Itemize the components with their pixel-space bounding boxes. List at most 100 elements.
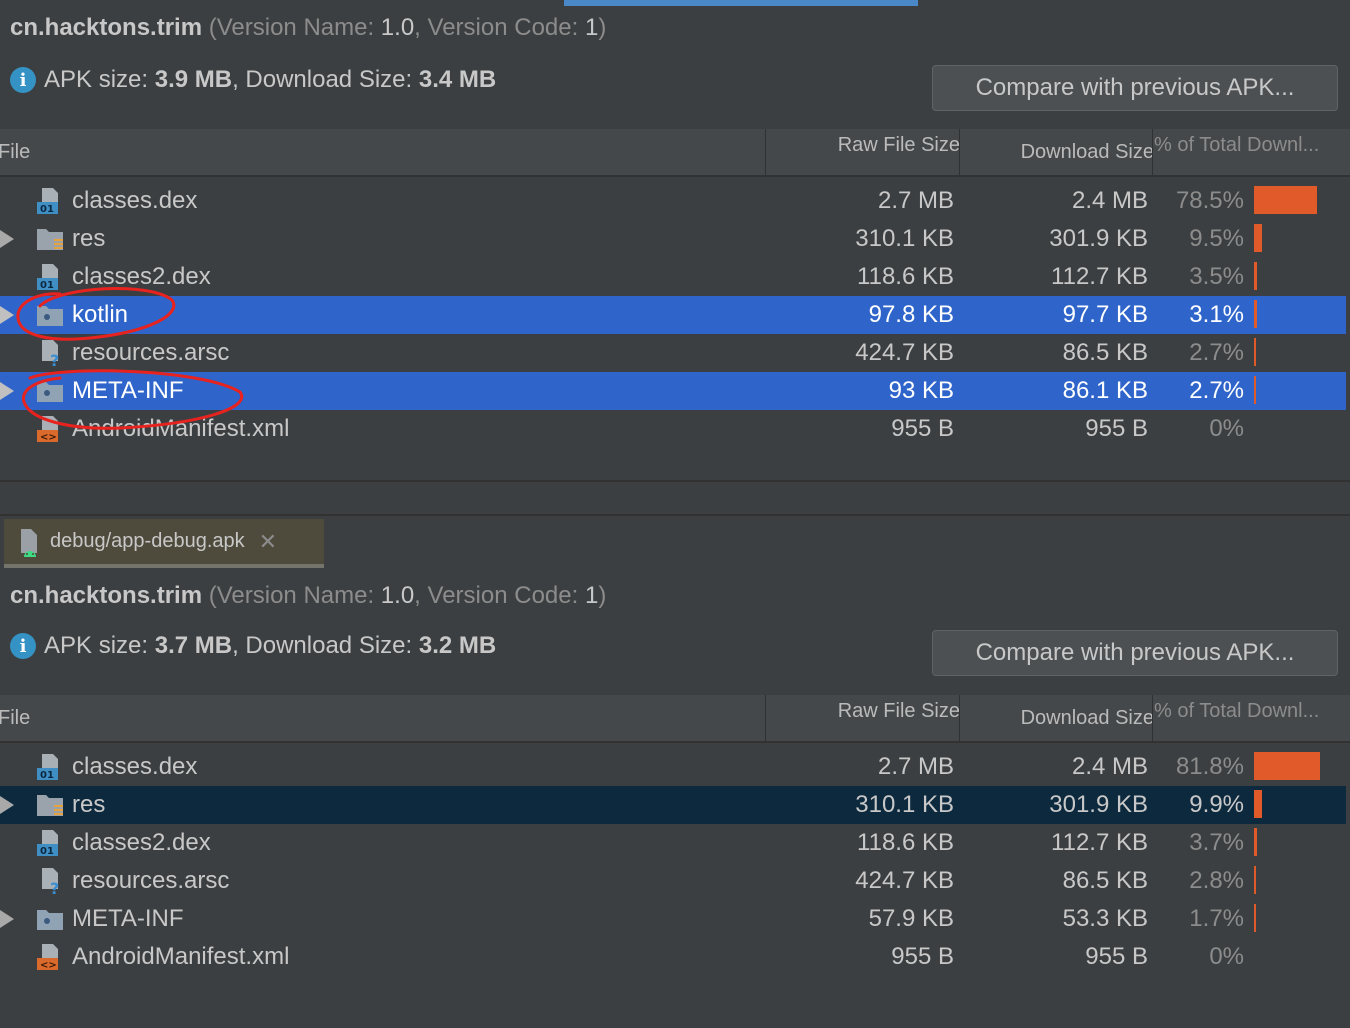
table-row[interactable]: META-INF 93 KB 86.1 KB 2.7%: [0, 372, 1346, 410]
divider: [0, 514, 1350, 516]
svg-text:?: ?: [50, 351, 59, 367]
tab-app-debug-apk[interactable]: debug/app-debug.apk ✕: [4, 519, 324, 568]
size-bar: [1254, 186, 1317, 214]
column-raw-size[interactable]: Raw File Size: [838, 134, 960, 157]
table-row[interactable]: 01 classes2.dex 118.6 KB 112.7 KB 3.5%: [0, 258, 1346, 296]
file-list: 01 classes.dex 2.7 MB 2.4 MB 81.8% res 310.1 K…: [0, 748, 1350, 976]
percent-of-total: 2.8%: [1189, 867, 1244, 894]
file-name: classes2.dex: [72, 829, 211, 856]
close-icon[interactable]: ✕: [259, 529, 277, 555]
raw-file-size: 424.7 KB: [855, 339, 954, 366]
dex-file-icon: 01: [36, 187, 64, 215]
package-info: cn.hacktons.trim (Version Name: 1.0, Ver…: [10, 14, 607, 41]
package-info: cn.hacktons.trim (Version Name: 1.0, Ver…: [10, 582, 607, 609]
svg-text:01: 01: [40, 280, 54, 291]
download-size: 86.5 KB: [1062, 339, 1148, 366]
file-name: META-INF: [72, 377, 184, 404]
table-row[interactable]: 01 classes.dex 2.7 MB 2.4 MB 81.8%: [0, 748, 1346, 786]
table-row[interactable]: ? resources.arsc 424.7 KB 86.5 KB 2.8%: [0, 862, 1346, 900]
folder-icon: [36, 905, 64, 933]
table-header: File Raw File Size Download Size % of To…: [0, 129, 1350, 177]
download-size: 53.3 KB: [1062, 905, 1148, 932]
download-size: 112.7 KB: [1051, 829, 1148, 856]
file-name: res: [72, 225, 106, 252]
tab-label: debug/app-debug.apk: [50, 530, 245, 552]
column-percent[interactable]: % of Total Downl...: [1154, 134, 1319, 157]
table-row[interactable]: 01 classes2.dex 118.6 KB 112.7 KB 3.7%: [0, 824, 1346, 862]
size-bar: [1254, 376, 1256, 404]
download-size: 2.4 MB: [1071, 187, 1148, 214]
percent-of-total: 81.8%: [1175, 753, 1244, 780]
table-row[interactable]: res 310.1 KB 301.9 KB 9.5%: [0, 220, 1346, 258]
percent-of-total: 3.5%: [1189, 263, 1244, 290]
apk-panel-debug: cn.hacktons.trim (Version Name: 1.0, Ver…: [0, 568, 1350, 1028]
column-file[interactable]: File: [0, 141, 30, 164]
download-size: 2.4 MB: [1071, 753, 1148, 780]
column-raw-size[interactable]: Raw File Size: [838, 700, 960, 723]
download-size: 301.9 KB: [1049, 791, 1148, 818]
raw-file-size: 97.8 KB: [868, 301, 954, 328]
percent-of-total: 1.7%: [1189, 905, 1244, 932]
file-name: resources.arsc: [72, 339, 230, 366]
file-name: resources.arsc: [72, 867, 230, 894]
column-file[interactable]: File: [0, 707, 30, 730]
percent-of-total: 0%: [1209, 943, 1244, 970]
raw-file-size: 310.1 KB: [855, 791, 954, 818]
table-row[interactable]: ? resources.arsc 424.7 KB 86.5 KB 2.7%: [0, 334, 1346, 372]
compare-apk-button[interactable]: Compare with previous APK...: [932, 630, 1338, 676]
table-row[interactable]: META-INF 57.9 KB 53.3 KB 1.7%: [0, 900, 1346, 938]
column-download-size[interactable]: Download Size: [1021, 141, 1154, 164]
raw-file-size: 57.9 KB: [868, 905, 954, 932]
dex-file-icon: 01: [36, 263, 64, 291]
percent-of-total: 3.1%: [1189, 301, 1244, 328]
divider: [0, 480, 1350, 482]
download-size: 86.5 KB: [1062, 867, 1148, 894]
folder-icon: [36, 301, 64, 329]
percent-of-total: 2.7%: [1189, 339, 1244, 366]
download-size: 955 B: [1085, 943, 1148, 970]
file-name: AndroidManifest.xml: [72, 943, 290, 970]
size-bar: [1254, 262, 1257, 290]
apk-size-info: i APK size: 3.7 MB, Download Size: 3.2 M…: [10, 632, 496, 660]
apk-file-icon: [21, 528, 37, 557]
table-row[interactable]: kotlin 97.8 KB 97.7 KB 3.1%: [0, 296, 1346, 334]
download-size: 955 B: [1085, 415, 1148, 442]
column-percent[interactable]: % of Total Downl...: [1154, 700, 1319, 723]
download-size: 86.1 KB: [1062, 377, 1148, 404]
percent-of-total: 9.9%: [1189, 791, 1244, 818]
download-size: 97.7 KB: [1062, 301, 1148, 328]
res-folder-icon: [36, 225, 64, 253]
expand-arrow-icon[interactable]: [0, 230, 14, 248]
svg-text:01: 01: [40, 846, 54, 857]
expand-arrow-icon[interactable]: [0, 382, 14, 400]
svg-text:<>: <>: [40, 960, 57, 971]
raw-file-size: 955 B: [891, 943, 954, 970]
table-row[interactable]: <> AndroidManifest.xml 955 B 955 B 0%: [0, 938, 1346, 976]
file-name: res: [72, 791, 106, 818]
apk-size-info: i APK size: 3.9 MB, Download Size: 3.4 M…: [10, 66, 496, 94]
raw-file-size: 310.1 KB: [855, 225, 954, 252]
svg-text:01: 01: [40, 770, 54, 781]
package-name: cn.hacktons.trim: [10, 582, 203, 609]
percent-of-total: 0%: [1209, 415, 1244, 442]
expand-arrow-icon[interactable]: [0, 910, 14, 928]
file-name: classes2.dex: [72, 263, 211, 290]
column-download-size[interactable]: Download Size: [1021, 707, 1154, 730]
raw-file-size: 955 B: [891, 415, 954, 442]
size-bar: [1254, 866, 1256, 894]
res-folder-icon: [36, 791, 64, 819]
file-name: AndroidManifest.xml: [72, 415, 290, 442]
raw-file-size: 93 KB: [888, 377, 954, 404]
size-bar: [1254, 338, 1256, 366]
size-bar: [1254, 790, 1262, 818]
table-row[interactable]: res 310.1 KB 301.9 KB 9.9%: [0, 786, 1346, 824]
file-name: META-INF: [72, 905, 184, 932]
expand-arrow-icon[interactable]: [0, 306, 14, 324]
xml-file-icon: <>: [36, 943, 64, 971]
expand-arrow-icon[interactable]: [0, 796, 14, 814]
compare-apk-button[interactable]: Compare with previous APK...: [932, 65, 1338, 111]
table-row[interactable]: 01 classes.dex 2.7 MB 2.4 MB 78.5%: [0, 182, 1346, 220]
table-row[interactable]: <> AndroidManifest.xml 955 B 955 B 0%: [0, 410, 1346, 448]
unknown-file-icon: ?: [36, 867, 64, 898]
download-size: 112.7 KB: [1051, 263, 1148, 290]
